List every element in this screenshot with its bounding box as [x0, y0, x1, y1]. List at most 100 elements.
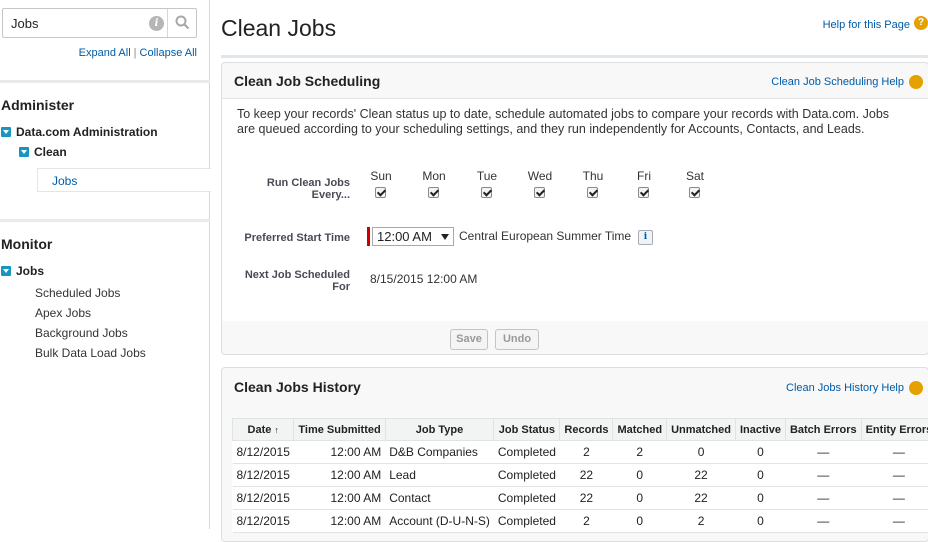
scheduling-help-link[interactable]: Clean Job Scheduling Help — [771, 76, 904, 88]
help-icon[interactable] — [909, 381, 923, 395]
preferred-start-time-label: Preferred Start Time — [232, 232, 350, 244]
collapse-toggle-icon[interactable] — [1, 266, 11, 276]
table-row: 8/12/201512:00 AMLeadCompleted220220—— — [233, 464, 928, 487]
tree-item-jobs-selected[interactable]: Jobs — [37, 168, 211, 192]
day-label-sat: Sat — [675, 169, 715, 183]
table-cell: 8/12/2015 — [233, 464, 294, 487]
column-header[interactable]: Inactive — [735, 419, 785, 441]
day-checkbox-sat[interactable] — [689, 187, 700, 198]
column-header[interactable]: Matched — [613, 419, 667, 441]
table-body: 8/12/201512:00 AMD&B CompaniesCompleted2… — [233, 441, 928, 533]
table-cell: Completed — [494, 464, 560, 487]
column-header-label: Unmatched — [671, 424, 731, 436]
collapse-toggle-icon[interactable] — [1, 127, 11, 137]
column-header[interactable]: Records — [560, 419, 613, 441]
undo-button[interactable]: Undo — [495, 329, 539, 350]
expand-all-link[interactable]: Expand All — [79, 47, 131, 59]
day-checkbox-tue[interactable] — [481, 187, 492, 198]
clean-job-scheduling-panel: Clean Job Scheduling Clean Job Schedulin… — [221, 62, 928, 355]
help-for-this-page-link[interactable]: Help for this Page — [823, 19, 910, 31]
column-header-label: Batch Errors — [790, 424, 857, 436]
table-cell: 0 — [735, 441, 785, 464]
table-cell: Completed — [494, 487, 560, 510]
day-checkbox-fri[interactable] — [638, 187, 649, 198]
sidebar-item-apex-jobs[interactable]: Apex Jobs — [35, 306, 91, 320]
help-icon[interactable]: ? — [914, 16, 928, 30]
sidebar-item-background-jobs[interactable]: Background Jobs — [35, 326, 128, 340]
history-help-link[interactable]: Clean Jobs History Help — [786, 382, 904, 394]
column-header[interactable]: Job Status — [494, 419, 560, 441]
table-cell: 22 — [667, 464, 736, 487]
sidebar-item-bulk-data-load-jobs[interactable]: Bulk Data Load Jobs — [35, 346, 146, 360]
run-clean-jobs-label: Run Clean Jobs Every... — [252, 177, 350, 201]
page-title: Clean Jobs — [221, 15, 336, 42]
table-cell: 0 — [613, 487, 667, 510]
column-header[interactable]: Entity Errors — [861, 419, 928, 441]
monitor-heading: Monitor — [1, 236, 52, 252]
column-header[interactable]: Date↑ — [233, 419, 294, 441]
table-cell: Contact — [385, 487, 494, 510]
column-header-label: Records — [564, 424, 608, 436]
table-cell: — — [861, 464, 928, 487]
panel-title: Clean Jobs History — [234, 379, 361, 395]
table-cell: 0 — [735, 510, 785, 533]
sidebar: i Expand All|Collapse All Administer Dat… — [0, 0, 210, 529]
table-cell: D&B Companies — [385, 441, 494, 464]
timezone-text: Central European Summer Time — [459, 229, 631, 243]
sidebar-divider — [0, 80, 210, 83]
table-cell: 2 — [667, 510, 736, 533]
expand-collapse-links: Expand All|Collapse All — [0, 47, 197, 59]
day-checkbox-mon[interactable] — [428, 187, 439, 198]
collapse-toggle-icon[interactable] — [19, 147, 29, 157]
setup-search-box: i — [2, 8, 197, 38]
clean-jobs-history-panel: Clean Jobs History Clean Jobs History He… — [221, 367, 928, 542]
column-header[interactable]: Time Submitted — [294, 419, 385, 441]
tree-item-datacom-admin[interactable]: Data.com Administration — [1, 125, 158, 139]
search-icon — [175, 15, 190, 30]
start-time-select[interactable]: 12:00 AM — [372, 227, 454, 246]
jobs-history-table: Date↑Time Submitted Job Type Job Status Rec… — [232, 418, 928, 533]
required-indicator — [367, 227, 370, 246]
table-cell: 0 — [613, 510, 667, 533]
setup-search-input[interactable] — [3, 9, 143, 37]
start-time-value: 12:00 AM — [377, 229, 432, 244]
column-header-label: Job Status — [499, 424, 555, 436]
help-icon[interactable] — [909, 75, 923, 89]
info-icon[interactable]: i — [149, 16, 164, 31]
sort-ascending-icon: ↑ — [274, 425, 279, 435]
table-cell: 0 — [667, 441, 736, 464]
tree-item-label: Clean — [34, 145, 67, 159]
search-button[interactable] — [167, 9, 196, 37]
table-cell: 22 — [560, 464, 613, 487]
table-cell: 12:00 AM — [294, 487, 385, 510]
table-cell: 12:00 AM — [294, 510, 385, 533]
table-cell: 2 — [613, 441, 667, 464]
day-label-mon: Mon — [414, 169, 454, 183]
column-header[interactable]: Job Type — [385, 419, 494, 441]
table-cell: 12:00 AM — [294, 464, 385, 487]
table-cell: Completed — [494, 510, 560, 533]
info-icon[interactable]: i — [638, 230, 653, 245]
column-header[interactable]: Unmatched — [667, 419, 736, 441]
sidebar-item-scheduled-jobs[interactable]: Scheduled Jobs — [35, 286, 120, 300]
sidebar-divider — [0, 219, 210, 222]
table-cell: 22 — [560, 487, 613, 510]
next-job-value: 8/15/2015 12:00 AM — [370, 272, 477, 286]
table-cell: 2 — [560, 510, 613, 533]
collapse-all-link[interactable]: Collapse All — [140, 47, 197, 59]
panel-title: Clean Job Scheduling — [234, 73, 380, 89]
table-cell: 0 — [735, 464, 785, 487]
table-header-row: Date↑Time Submitted Job Type Job Status Rec… — [233, 419, 928, 441]
day-checkbox-wed[interactable] — [534, 187, 545, 198]
table-cell: 12:00 AM — [294, 441, 385, 464]
tree-item-clean[interactable]: Clean — [19, 145, 67, 159]
save-button[interactable]: Save — [450, 329, 488, 350]
day-checkbox-sun[interactable] — [375, 187, 386, 198]
day-checkbox-thu[interactable] — [587, 187, 598, 198]
column-header[interactable]: Batch Errors — [785, 419, 861, 441]
column-header-label: Job Type — [416, 424, 463, 436]
tree-item-monitor-jobs[interactable]: Jobs — [1, 264, 44, 278]
day-label-wed: Wed — [520, 169, 560, 183]
table-cell: 8/12/2015 — [233, 487, 294, 510]
table-cell: 8/12/2015 — [233, 510, 294, 533]
